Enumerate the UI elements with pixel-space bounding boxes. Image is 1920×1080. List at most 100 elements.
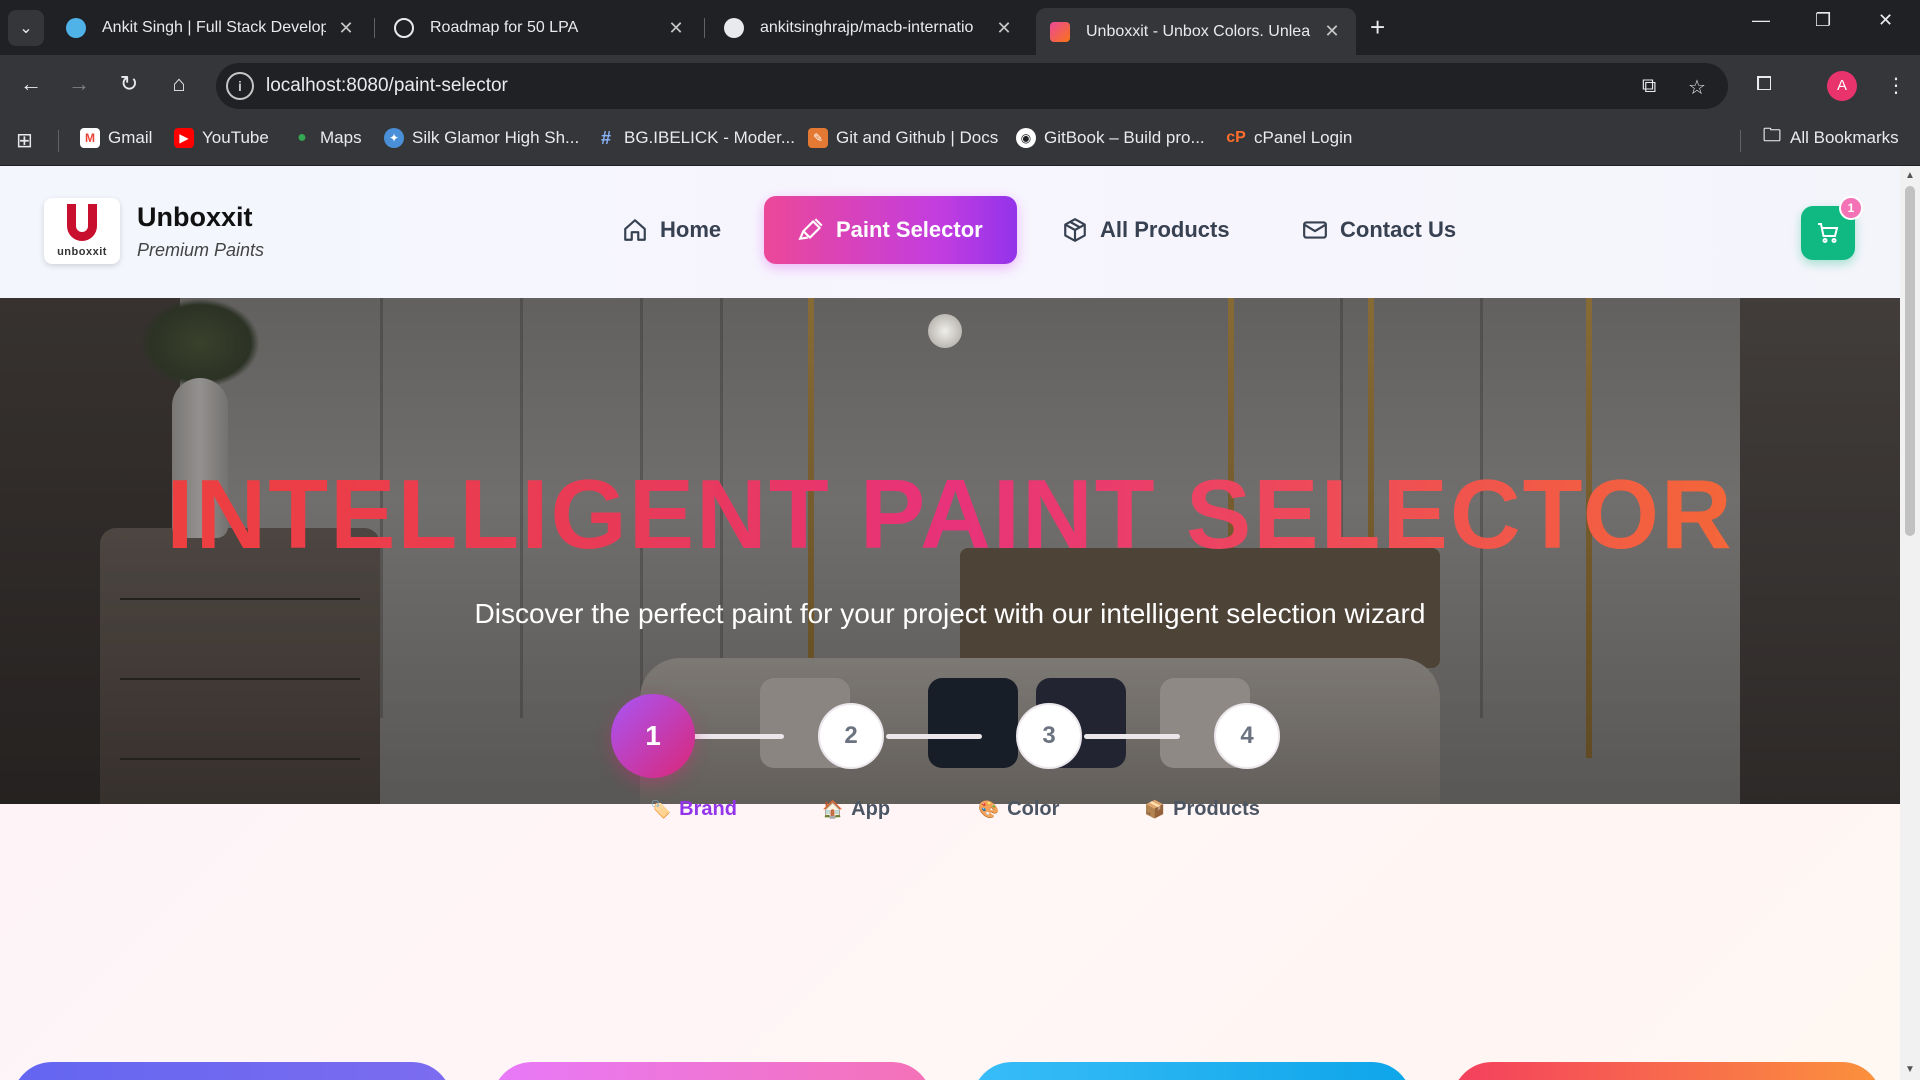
step-2-label: 🏠 App	[822, 798, 891, 820]
tooth-icon: ✦	[384, 128, 404, 148]
package-box-icon: 📦	[1144, 799, 1166, 819]
nav-paint-selector[interactable]: Paint Selector	[764, 196, 1017, 264]
browser-tab-strip: ⌄ Ankit Singh | Full Stack Develop ✕ Roa…	[0, 0, 1920, 55]
browser-tab-active[interactable]: Unboxxit - Unbox Colors. Unlea ✕	[1036, 8, 1356, 55]
home-browser-icon[interactable]: ⌂	[164, 71, 194, 97]
tab-title: Roadmap for 50 LPA	[430, 19, 579, 36]
scroll-down-icon[interactable]: ▼	[1905, 1064, 1915, 1075]
close-icon[interactable]: ✕	[666, 18, 686, 39]
forward-arrow-icon[interactable]: →	[64, 71, 94, 97]
tab-search-button[interactable]: ⌄	[8, 10, 44, 46]
bookmark-gmail[interactable]: M Gmail	[80, 128, 152, 148]
house-icon: 🏠	[822, 799, 844, 819]
unboxxit-favicon-icon	[1050, 21, 1070, 42]
site-logo[interactable]: unboxxit	[44, 198, 120, 264]
page-scrollbar[interactable]: ▲ ▼	[1900, 166, 1920, 1080]
brand-card[interactable]	[1452, 1062, 1882, 1080]
minimize-icon[interactable]: —	[1752, 10, 1770, 31]
step-4-circle[interactable]: 4	[1214, 703, 1280, 769]
step-1-label: 🏷️ Brand	[650, 798, 737, 820]
bookmark-cpanel[interactable]: cP cPanel Login	[1226, 128, 1352, 148]
apps-grid-icon[interactable]: ⊞	[16, 128, 33, 153]
close-icon[interactable]: ✕	[1322, 21, 1342, 42]
palette-icon: 🎨	[978, 799, 1000, 819]
site-header: unboxxit Unboxxit Premium Paints Home Pa…	[0, 166, 1900, 298]
translate-icon[interactable]: ⧉	[1642, 75, 1656, 98]
step-3-label: 🎨 Color	[978, 798, 1060, 820]
step-1-circle[interactable]: 1	[611, 694, 695, 778]
nav-label: Contact Us	[1340, 217, 1457, 242]
brand-card[interactable]	[12, 1062, 452, 1080]
step-2-circle[interactable]: 2	[818, 703, 884, 769]
hero-subtitle: Discover the perfect paint for your proj…	[474, 598, 1426, 629]
paint-brush-icon	[798, 218, 823, 241]
unboxxit-logo-icon	[67, 204, 97, 241]
cpanel-icon: cP	[1226, 129, 1246, 146]
nav-all-products[interactable]: All Products	[1044, 196, 1248, 264]
git-doc-icon: ✎	[808, 128, 828, 148]
step-4-label: 📦 Products	[1144, 798, 1260, 820]
nav-label: Paint Selector	[836, 217, 983, 242]
close-icon[interactable]: ✕	[336, 18, 356, 39]
site-info-icon[interactable]: i	[226, 72, 254, 100]
brand-card[interactable]	[972, 1062, 1412, 1080]
bookmark-silk-glamor[interactable]: ✦ Silk Glamor High Sh...	[384, 128, 579, 148]
brand-tagline: Premium Paints	[137, 240, 265, 260]
browser-tab[interactable]: Roadmap for 50 LPA ✕	[380, 8, 700, 48]
reload-icon[interactable]: ↻	[114, 71, 144, 97]
menu-kebab-icon[interactable]: ⋮	[1886, 73, 1906, 98]
tab-title: ankitsinghrajp/macb-internatio	[760, 19, 974, 36]
home-icon	[624, 219, 646, 241]
openai-icon	[394, 18, 414, 38]
bookmarks-bar: ⊞ M Gmail ▶ YouTube ● Maps ✦ Silk Glamor Hig…	[0, 117, 1920, 166]
gmail-icon: M	[80, 128, 100, 148]
tab-separator	[704, 18, 705, 38]
package-icon	[1064, 218, 1086, 242]
page-viewport: unboxxit Unboxxit Premium Paints Home Pa…	[0, 166, 1900, 1080]
logo-wordmark: unboxxit	[57, 246, 107, 258]
hash-icon: #	[600, 127, 611, 148]
back-arrow-icon[interactable]: ←	[16, 71, 46, 97]
bookmark-bg-ibelick[interactable]: # BG.IBELICK - Moder...	[596, 128, 795, 148]
scroll-up-icon[interactable]: ▲	[1905, 170, 1915, 181]
bookmark-git-github[interactable]: ✎ Git and Github | Docs	[808, 128, 998, 148]
browser-tab[interactable]: ankitsinghrajp/macb-internatio ✕	[710, 8, 1028, 48]
cart-count-badge: 1	[1839, 196, 1863, 220]
nav-label: All Products	[1100, 217, 1230, 242]
chevron-down-icon: ⌄	[19, 20, 33, 37]
bookmark-youtube[interactable]: ▶ YouTube	[174, 128, 269, 148]
close-icon[interactable]: ✕	[994, 18, 1014, 39]
bookmark-star-icon[interactable]: ☆	[1688, 75, 1706, 100]
window-close-icon[interactable]: ✕	[1878, 10, 1893, 31]
extensions-puzzle-icon[interactable]: ⧠	[1756, 73, 1772, 96]
browser-toolbar: ← → ↻ ⌂ i localhost:8080/paint-selector …	[0, 55, 1920, 117]
hero-title: INTELLIGENT PAINT SELECTOR	[0, 458, 1900, 571]
maps-pin-icon: ●	[297, 129, 307, 146]
shopping-cart-icon	[1818, 223, 1839, 243]
address-bar[interactable]: i localhost:8080/paint-selector ⧉ ☆	[216, 63, 1728, 109]
brand-name[interactable]: Unboxxit	[137, 202, 253, 233]
step-connector	[1084, 734, 1180, 739]
bookmark-maps[interactable]: ● Maps	[292, 128, 361, 148]
github-icon	[724, 18, 744, 38]
bookmark-gitbook[interactable]: ◉ GitBook – Build pro...	[1016, 128, 1205, 148]
mail-icon	[1303, 221, 1327, 239]
step-3-circle[interactable]: 3	[1016, 703, 1082, 769]
browser-tab[interactable]: Ankit Singh | Full Stack Develop ✕	[52, 8, 370, 48]
step-connector	[886, 734, 982, 739]
scrollbar-thumb[interactable]	[1905, 186, 1915, 536]
brand-card[interactable]	[492, 1062, 932, 1080]
briefcase-icon	[66, 18, 86, 38]
hero-section: INTELLIGENT PAINT SELECTOR Discover the …	[0, 298, 1900, 804]
nav-home[interactable]: Home	[604, 196, 739, 264]
url-text[interactable]: localhost:8080/paint-selector	[266, 75, 508, 97]
folder-icon: 🗀	[1763, 125, 1781, 145]
profile-avatar[interactable]: A	[1827, 71, 1857, 101]
bookmark-separator	[58, 130, 59, 152]
hero-bg-detail	[928, 314, 962, 348]
new-tab-plus-icon[interactable]: +	[1370, 12, 1385, 43]
nav-contact-us[interactable]: Contact Us	[1284, 196, 1474, 264]
all-bookmarks-button[interactable]: 🗀 All Bookmarks	[1762, 125, 1899, 148]
restore-icon[interactable]: ❐	[1815, 10, 1831, 31]
nav-label: Home	[660, 217, 722, 242]
